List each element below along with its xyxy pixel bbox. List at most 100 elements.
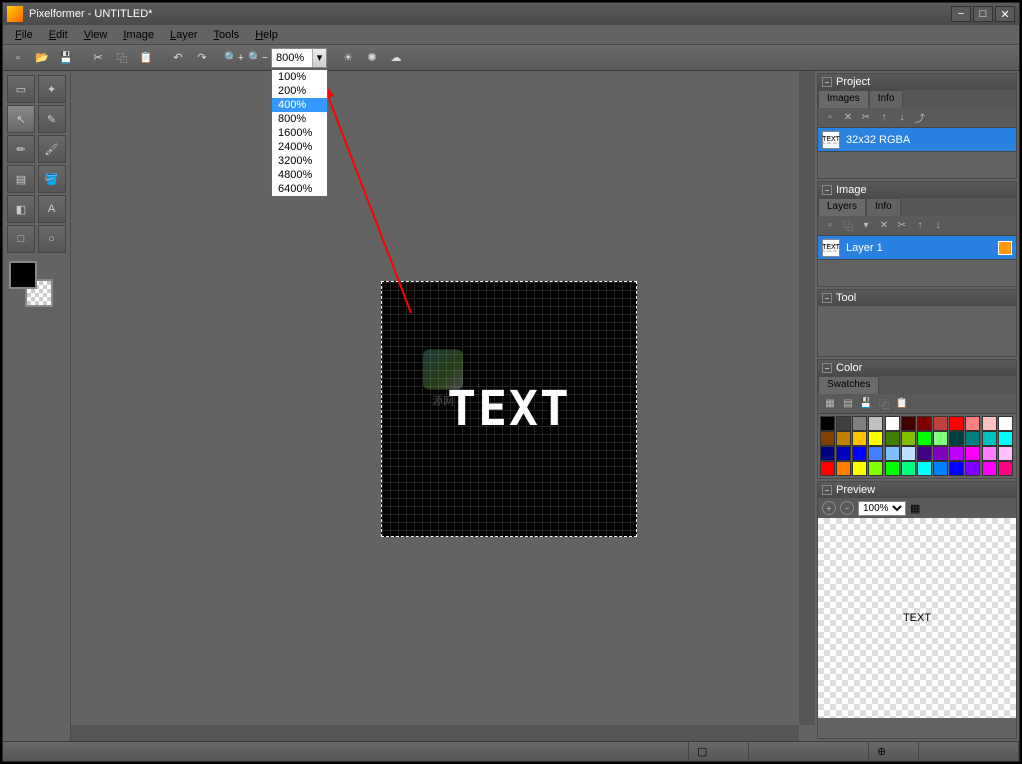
color-swatch[interactable] bbox=[885, 431, 900, 446]
vertical-scrollbar[interactable] bbox=[799, 71, 815, 725]
effect2-button[interactable]: ✺ bbox=[361, 47, 383, 69]
proj-btn4[interactable]: ↑ bbox=[876, 110, 892, 126]
zoom-option[interactable]: 4800% bbox=[272, 168, 327, 182]
color-swatch[interactable] bbox=[901, 416, 916, 431]
eraser-tool[interactable]: ◧ bbox=[7, 195, 35, 223]
menu-edit[interactable]: Edit bbox=[41, 27, 76, 43]
layer-merge[interactable]: ▾ bbox=[858, 218, 874, 234]
tab-swatches[interactable]: Swatches bbox=[818, 376, 879, 394]
zoom-in-button[interactable]: 🔍+ bbox=[223, 47, 245, 69]
proj-btn2[interactable]: ✕ bbox=[840, 110, 856, 126]
collapse-icon[interactable]: − bbox=[822, 485, 832, 495]
zoom-combo[interactable]: ▾ 100%200%400%800%1600%2400%3200%4800%64… bbox=[271, 48, 327, 68]
color-swatch[interactable] bbox=[998, 416, 1013, 431]
sw-save[interactable]: 💾 bbox=[858, 396, 874, 412]
color-swatch[interactable] bbox=[852, 461, 867, 476]
proj-btn5[interactable]: ↓ bbox=[894, 110, 910, 126]
color-swatch[interactable] bbox=[998, 446, 1013, 461]
project-item[interactable]: TEXT 32x32 RGBA bbox=[818, 128, 1016, 152]
menu-help[interactable]: Help bbox=[247, 27, 286, 43]
layer-cut[interactable]: ✂ bbox=[894, 218, 910, 234]
color-swatch[interactable] bbox=[885, 461, 900, 476]
zoom-input[interactable] bbox=[272, 52, 312, 64]
new-button[interactable]: ▫ bbox=[7, 47, 29, 69]
zoom-dropdown-button[interactable]: ▾ bbox=[312, 49, 326, 67]
minimize-button[interactable]: − bbox=[951, 6, 971, 22]
maximize-button[interactable]: □ bbox=[973, 6, 993, 22]
color-swatch[interactable] bbox=[982, 431, 997, 446]
color-swatch[interactable] bbox=[917, 431, 932, 446]
color-swatch[interactable] bbox=[965, 416, 980, 431]
preview-grid[interactable]: ▦ bbox=[910, 502, 920, 515]
zoom-option[interactable]: 200% bbox=[272, 84, 327, 98]
zoom-option[interactable]: 800% bbox=[272, 112, 327, 126]
pencil-tool[interactable]: ✏ bbox=[7, 135, 35, 163]
proj-btn1[interactable]: ▫ bbox=[822, 110, 838, 126]
sw-list[interactable]: ▤ bbox=[840, 396, 856, 412]
menu-image[interactable]: Image bbox=[115, 27, 162, 43]
color-swatch[interactable] bbox=[949, 431, 964, 446]
tab-layers[interactable]: Layers bbox=[818, 198, 866, 216]
zoom-option[interactable]: 100% bbox=[272, 70, 327, 84]
color-swatch[interactable] bbox=[868, 431, 883, 446]
close-button[interactable]: ✕ bbox=[995, 6, 1015, 22]
fill-tool[interactable]: 🪣 bbox=[38, 165, 66, 193]
color-swatch[interactable] bbox=[836, 431, 851, 446]
color-swatch[interactable] bbox=[901, 461, 916, 476]
color-swatch[interactable] bbox=[917, 446, 932, 461]
sw-copy[interactable]: ⿻ bbox=[876, 396, 892, 412]
collapse-icon[interactable]: − bbox=[822, 77, 832, 87]
menu-file[interactable]: File bbox=[7, 27, 41, 43]
color-swatch[interactable] bbox=[933, 446, 948, 461]
wand-tool[interactable]: ✦ bbox=[38, 75, 66, 103]
preview-zoom-out[interactable]: − bbox=[840, 501, 854, 515]
color-swatch[interactable] bbox=[965, 446, 980, 461]
color-swatch[interactable] bbox=[820, 461, 835, 476]
text-tool[interactable]: A bbox=[38, 195, 66, 223]
marquee-tool[interactable]: ▭ bbox=[7, 75, 35, 103]
copy-button[interactable]: ⿻ bbox=[111, 47, 133, 69]
effect1-button[interactable]: ☀ bbox=[337, 47, 359, 69]
color-swatch[interactable] bbox=[949, 416, 964, 431]
color-swatch[interactable] bbox=[901, 446, 916, 461]
preview-zoom-in[interactable]: + bbox=[822, 501, 836, 515]
color-swatch[interactable] bbox=[998, 461, 1013, 476]
color-swatch[interactable] bbox=[836, 461, 851, 476]
collapse-icon[interactable]: − bbox=[822, 363, 832, 373]
color-swatch[interactable] bbox=[949, 446, 964, 461]
color-swatch[interactable] bbox=[998, 431, 1013, 446]
color-swatch[interactable] bbox=[965, 461, 980, 476]
proj-btn6[interactable]: ⤴ bbox=[912, 110, 928, 126]
color-swatch[interactable] bbox=[836, 446, 851, 461]
layer-item[interactable]: TEXT Layer 1 bbox=[818, 236, 1016, 260]
layer-dup[interactable]: ⿻ bbox=[840, 218, 856, 234]
gradient-tool[interactable]: ▤ bbox=[7, 165, 35, 193]
zoom-out-button[interactable]: 🔍− bbox=[247, 47, 269, 69]
open-button[interactable]: 📂 bbox=[31, 47, 53, 69]
layer-new[interactable]: ▫ bbox=[822, 218, 838, 234]
menu-tools[interactable]: Tools bbox=[206, 27, 248, 43]
color-swatch[interactable] bbox=[885, 446, 900, 461]
tab-info[interactable]: Info bbox=[869, 90, 904, 108]
ellipse-tool[interactable]: ○ bbox=[38, 225, 66, 253]
color-swatch[interactable] bbox=[868, 461, 883, 476]
color-swatch[interactable] bbox=[868, 446, 883, 461]
menu-layer[interactable]: Layer bbox=[162, 27, 206, 43]
picker-tool[interactable]: ✎ bbox=[38, 105, 66, 133]
zoom-option[interactable]: 2400% bbox=[272, 140, 327, 154]
menu-view[interactable]: View bbox=[76, 27, 116, 43]
layer-visibility-toggle[interactable] bbox=[998, 241, 1012, 255]
sw-grid[interactable]: ▦ bbox=[822, 396, 838, 412]
redo-button[interactable]: ↷ bbox=[191, 47, 213, 69]
horizontal-scrollbar[interactable] bbox=[71, 725, 799, 741]
color-swatch[interactable] bbox=[852, 431, 867, 446]
move-tool[interactable]: ↖ bbox=[7, 105, 35, 133]
color-swatch[interactable] bbox=[868, 416, 883, 431]
color-swatch[interactable] bbox=[982, 461, 997, 476]
color-swatch[interactable] bbox=[965, 431, 980, 446]
tab-images[interactable]: Images bbox=[818, 90, 869, 108]
color-swatch[interactable] bbox=[933, 431, 948, 446]
sw-paste[interactable]: 📋 bbox=[894, 396, 910, 412]
color-swatch[interactable] bbox=[949, 461, 964, 476]
proj-btn3[interactable]: ✂ bbox=[858, 110, 874, 126]
